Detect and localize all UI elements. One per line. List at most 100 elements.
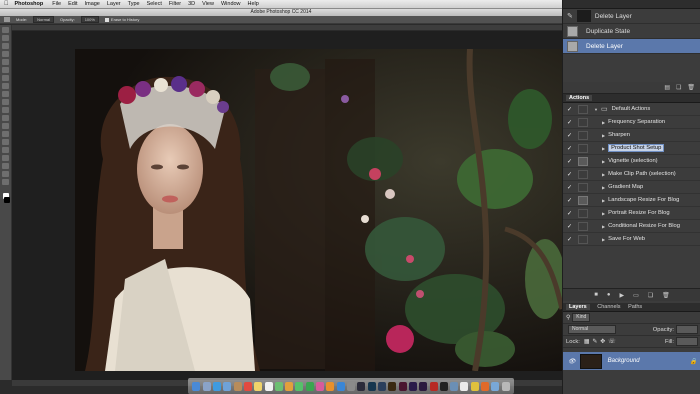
dialog-toggle-icon[interactable] <box>578 195 588 205</box>
action-set-row[interactable]: ✓ ▼ ▭ Default Actions <box>563 103 700 116</box>
collapse-triangle-icon[interactable]: ▶ <box>602 159 605 164</box>
finder-app-icon[interactable] <box>192 381 201 391</box>
eraser-tool-icon[interactable] <box>2 107 9 113</box>
collapse-triangle-icon[interactable]: ▶ <box>602 185 605 190</box>
zoom-tool-icon[interactable] <box>2 179 9 185</box>
action-row[interactable]: ✓ ▶ Vignette (selection) <box>563 155 700 168</box>
action-row[interactable]: ✓ ▶ Portrait Resize For Blog <box>563 207 700 220</box>
terminal-app-icon[interactable] <box>439 381 448 391</box>
menu-edit[interactable]: Edit <box>68 1 77 7</box>
play-icon[interactable]: ▶ <box>619 292 624 299</box>
reminders-app-icon[interactable] <box>264 381 273 391</box>
kind-filter-select[interactable]: Kind <box>572 313 591 322</box>
collapse-triangle-icon[interactable]: ▶ <box>602 211 605 216</box>
delete-action-icon[interactable]: 🗑 <box>662 292 670 299</box>
collapse-triangle-icon[interactable]: ▶ <box>602 120 605 125</box>
collapse-triangle-icon[interactable]: ▶ <box>602 146 605 151</box>
menu-window[interactable]: Window <box>221 1 241 7</box>
dialog-toggle-icon[interactable] <box>578 234 588 244</box>
check-icon[interactable]: ✓ <box>567 236 574 243</box>
record-icon[interactable]: ● <box>607 292 611 298</box>
check-icon[interactable]: ✓ <box>567 197 574 204</box>
history-brush-icon[interactable] <box>4 17 10 22</box>
new-snapshot-icon[interactable]: ❏ <box>676 84 681 91</box>
textedit-app-icon[interactable] <box>460 381 469 391</box>
action-row[interactable]: ✓ ▶ Conditional Resize For Blog <box>563 220 700 233</box>
new-action-icon[interactable]: ❏ <box>648 292 653 299</box>
check-icon[interactable]: ✓ <box>567 223 574 230</box>
new-set-icon[interactable]: ▭ <box>633 292 639 299</box>
gradient-tool-icon[interactable] <box>2 115 9 121</box>
action-row[interactable]: ✓ ▶ Make Clip Path (selection) <box>563 168 700 181</box>
check-icon[interactable]: ✓ <box>567 132 574 139</box>
tab-channels[interactable]: Channels <box>597 304 620 310</box>
apple-menu-icon[interactable]:  <box>4 1 9 7</box>
background-color-swatch[interactable] <box>4 197 10 203</box>
menu-help[interactable]: Help <box>248 1 259 7</box>
delete-state-icon[interactable]: 🗑 <box>687 84 695 91</box>
lock-all-icon[interactable]: ☏ <box>608 339 615 345</box>
crop-tool-icon[interactable] <box>2 59 9 65</box>
lock-transparency-icon[interactable]: ▦ <box>584 339 589 345</box>
shape-tool-icon[interactable] <box>2 163 9 169</box>
menu-view[interactable]: View <box>202 1 214 7</box>
layer-row-background[interactable]: 👁 Background 🔒 <box>563 352 700 370</box>
menu-3d[interactable]: 3D <box>188 1 195 7</box>
messages-app-icon[interactable] <box>295 381 304 391</box>
tab-actions[interactable]: Actions <box>566 95 593 101</box>
menu-filter[interactable]: Filter <box>169 1 181 7</box>
folder-app-icon[interactable] <box>491 381 500 391</box>
collapse-triangle-icon[interactable]: ▶ <box>602 224 605 229</box>
dialog-toggle-icon[interactable] <box>578 182 588 192</box>
action-row[interactable]: ✓ ▶ Landscape Resize For Blog <box>563 194 700 207</box>
lock-position-icon[interactable]: ✥ <box>600 339 605 345</box>
history-state-row-selected[interactable]: Delete Layer <box>563 39 700 54</box>
marquee-tool-icon[interactable] <box>2 35 9 41</box>
dialog-toggle-icon[interactable] <box>578 221 588 231</box>
acrobat-app-icon[interactable] <box>429 381 438 391</box>
mode-select[interactable]: Normal <box>33 16 55 23</box>
menu-select[interactable]: Select <box>147 1 162 7</box>
hand-tool-icon[interactable] <box>2 171 9 177</box>
layer-opacity-field[interactable] <box>676 325 698 334</box>
dialog-toggle-icon[interactable] <box>578 143 588 153</box>
check-icon[interactable]: ✓ <box>567 184 574 191</box>
type-tool-icon[interactable] <box>2 147 9 153</box>
document-image[interactable] <box>75 49 562 371</box>
stop-icon[interactable]: ■ <box>594 292 598 298</box>
premiere-app-icon[interactable] <box>408 381 417 391</box>
system-preferences-app-icon[interactable] <box>347 381 355 391</box>
history-snapshot-row[interactable]: ✎ Delete Layer <box>563 9 700 24</box>
dialog-toggle-icon[interactable] <box>578 130 588 140</box>
history-panel-header[interactable] <box>563 0 700 9</box>
after-effects-app-icon[interactable] <box>419 381 428 391</box>
check-icon[interactable]: ✓ <box>567 210 574 217</box>
bridge-app-icon[interactable] <box>357 381 366 391</box>
lightroom-app-icon[interactable] <box>377 381 386 391</box>
collapse-triangle-icon[interactable]: ▶ <box>602 198 605 203</box>
illustrator-app-icon[interactable] <box>388 381 397 391</box>
collapse-triangle-icon[interactable]: ▶ <box>602 133 605 138</box>
dialog-toggle-icon[interactable] <box>578 156 588 166</box>
layer-fill-field[interactable] <box>676 337 698 346</box>
check-icon[interactable]: ✓ <box>567 171 574 178</box>
collapse-triangle-icon[interactable]: ▶ <box>602 237 605 242</box>
facetime-app-icon[interactable] <box>305 381 314 391</box>
action-row-selected[interactable]: ✓ ▶ Product Shot Setup <box>563 142 700 155</box>
mail-app-icon[interactable] <box>223 381 232 391</box>
blur-tool-icon[interactable] <box>2 123 9 129</box>
menu-file[interactable]: File <box>52 1 61 7</box>
launchpad-app-icon[interactable] <box>202 381 211 391</box>
clone-stamp-tool-icon[interactable] <box>2 91 9 97</box>
action-row[interactable]: ✓ ▶ Save For Web <box>563 233 700 246</box>
check-icon[interactable]: ✓ <box>567 145 574 152</box>
healing-brush-tool-icon[interactable] <box>2 75 9 81</box>
itunes-app-icon[interactable] <box>316 381 325 391</box>
tab-paths[interactable]: Paths <box>628 304 642 310</box>
history-brush-tool-icon[interactable] <box>2 99 9 105</box>
brush-tool-icon[interactable] <box>2 83 9 89</box>
dialog-toggle-icon[interactable] <box>578 117 588 127</box>
app-store-app-icon[interactable] <box>336 381 345 391</box>
tab-layers[interactable]: Layers <box>566 304 590 310</box>
dialog-toggle-icon[interactable] <box>578 169 588 179</box>
